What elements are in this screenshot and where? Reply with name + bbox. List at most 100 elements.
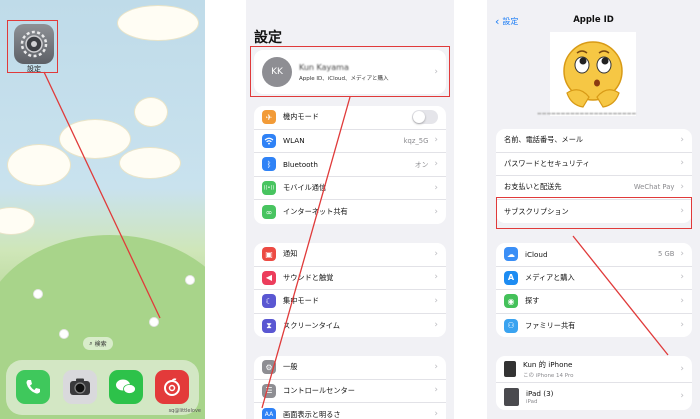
page-title: 設定 <box>254 30 282 46</box>
chevron-right-icon: › <box>680 248 684 259</box>
row-label: Bluetooth <box>283 159 318 169</box>
device-row[interactable]: iPad (3) iPad › <box>496 383 692 410</box>
search-icon: ⌕ <box>89 339 93 347</box>
settings-group-connectivity: ✈ 機内モード WLAN kqz_5G › ᛒ Bluetooth オン › (… <box>254 106 446 224</box>
chevron-right-icon: › <box>434 248 438 259</box>
wechat-icon <box>116 379 136 394</box>
display-icon: AA <box>262 407 276 419</box>
find-my-icon: ◉ <box>504 294 518 309</box>
camera-icon <box>70 378 90 395</box>
row-label: サウンドと触覚 <box>283 272 334 282</box>
settings-row-hotspot[interactable]: ∞ インターネット共有 › <box>254 200 446 224</box>
settings-row-wlan[interactable]: WLAN kqz_5G › <box>254 130 446 154</box>
apple-id-row-media[interactable]: A メディアと購入 › <box>496 267 692 291</box>
settings-row-cellular[interactable]: ((•)) モバイル通信 › <box>254 177 446 201</box>
wallpaper-watermark: sq@littlelove <box>168 408 201 414</box>
device-model: iPad <box>526 398 538 405</box>
row-label: 一般 <box>283 362 298 372</box>
camera-app[interactable] <box>63 370 97 404</box>
device-model: この iPhone 14 Pro <box>523 372 574 379</box>
chevron-right-icon: › <box>434 409 438 419</box>
wechat-app[interactable] <box>109 370 143 404</box>
chevron-right-icon: › <box>680 363 684 374</box>
wallpaper-cloud <box>120 148 180 178</box>
chevron-right-icon: › <box>680 134 684 145</box>
chevron-right-icon: › <box>434 295 438 306</box>
settings-group-notifications: ▣ 通知 › ◀ サウンドと触覚 › ☾ 集中モード › ⧗ スクリーンタイム … <box>254 243 446 338</box>
row-label: モバイル通信 <box>283 183 327 193</box>
app-store-icon: A <box>504 270 518 285</box>
chevron-right-icon: › <box>434 320 438 331</box>
chevron-right-icon: › <box>434 361 438 372</box>
device-row[interactable]: Kun 的 iPhone この iPhone 14 Pro › <box>496 356 692 383</box>
wallpaper-cloud <box>60 120 130 158</box>
chevron-right-icon: › <box>434 385 438 396</box>
settings-row-control-center[interactable]: ☰ コントロールセンター › <box>254 380 446 404</box>
row-label: 名前、電話番号、メール <box>504 135 584 145</box>
icloud-icon: ☁ <box>504 247 518 262</box>
row-label: スクリーンタイム <box>283 320 340 330</box>
hourglass-icon: ⧗ <box>262 318 276 333</box>
phone-app[interactable] <box>16 370 50 404</box>
subscriptions-highlight <box>496 197 692 229</box>
blurred-account-text: ▬▬▬▬▬▬▬▬▬▬▬▬▬▬▬▬▬▬▬▬▬ <box>537 111 637 117</box>
chevron-right-icon: › <box>434 135 438 146</box>
apple-id-screen: ‹ 設定 Apple ID ▬▬▬▬▬▬▬▬▬▬▬▬▬▬▬▬▬▬▬▬▬ 名前、電… <box>487 0 700 419</box>
netease-music-icon <box>164 378 180 396</box>
apple-id-row-password[interactable]: パスワードとセキュリティ › <box>496 153 692 177</box>
chevron-right-icon: › <box>680 158 684 169</box>
airplane-icon: ✈ <box>262 110 276 125</box>
wallpaper-flower <box>34 290 42 298</box>
row-label: メディアと購入 <box>525 272 575 282</box>
settings-row-general[interactable]: ⚙ 一般 › <box>254 356 446 380</box>
family-sharing-icon: ⚇ <box>504 318 518 333</box>
settings-row-screen-time[interactable]: ⧗ スクリーンタイム › <box>254 314 446 338</box>
row-label: コントロールセンター <box>283 385 355 395</box>
search-label: 検索 <box>94 341 107 348</box>
row-label: 機内モード <box>283 112 319 122</box>
chevron-right-icon: › <box>680 391 684 401</box>
row-value: オン <box>414 161 429 170</box>
chevron-right-icon: › <box>434 272 438 283</box>
apple-id-row-family[interactable]: ⚇ ファミリー共有 › <box>496 314 692 338</box>
cellular-icon: ((•)) <box>262 181 276 196</box>
settings-row-focus[interactable]: ☾ 集中モード › <box>254 290 446 314</box>
row-label: 画面表示と明るさ <box>283 409 341 419</box>
wallpaper-cloud <box>8 145 70 185</box>
focus-moon-icon: ☾ <box>262 294 276 309</box>
apple-id-row-icloud[interactable]: ☁ iCloud 5 GB › <box>496 243 692 267</box>
settings-row-notifications[interactable]: ▣ 通知 › <box>254 243 446 267</box>
settings-app-highlight <box>7 20 58 73</box>
dock <box>6 360 199 415</box>
settings-row-display[interactable]: AA 画面表示と明るさ › <box>254 403 446 419</box>
settings-row-sound[interactable]: ◀ サウンドと触覚 › <box>254 267 446 291</box>
chevron-right-icon: › <box>434 182 438 193</box>
row-label: ファミリー共有 <box>525 320 576 330</box>
row-label: お支払いと配送先 <box>504 182 562 192</box>
chevron-right-icon: › <box>680 320 684 331</box>
emoji-face-icon <box>563 41 623 108</box>
apple-id-row-find-my[interactable]: ◉ 探す › <box>496 290 692 314</box>
apple-id-row-name[interactable]: 名前、電話番号、メール › <box>496 129 692 153</box>
gear-icon: ⚙ <box>262 360 276 375</box>
ipad-icon <box>504 387 519 406</box>
airplane-mode-toggle[interactable] <box>412 110 438 125</box>
wallpaper-flower <box>60 330 68 338</box>
wallpaper-cloud <box>0 208 34 234</box>
device-name: iPad (3) <box>526 388 554 398</box>
home-screen: 設定 ⌕ 検索 sq@littlelove <box>0 0 205 419</box>
bluetooth-icon: ᛒ <box>262 157 276 172</box>
device-name: Kun 的 iPhone <box>523 359 573 369</box>
notifications-icon: ▣ <box>262 247 276 262</box>
netease-music-app[interactable] <box>155 370 189 404</box>
chevron-right-icon: › <box>680 181 684 192</box>
settings-row-airplane[interactable]: ✈ 機内モード <box>254 106 446 130</box>
row-label: iCloud <box>525 249 548 259</box>
settings-row-bluetooth[interactable]: ᛒ Bluetooth オン › <box>254 153 446 177</box>
sound-icon: ◀ <box>262 270 276 285</box>
home-search-button[interactable]: ⌕ 検索 <box>83 337 113 350</box>
profile-photo[interactable] <box>550 32 636 116</box>
phone-icon <box>26 380 40 394</box>
chevron-right-icon: › <box>434 206 438 217</box>
wallpaper-flower <box>150 318 158 326</box>
